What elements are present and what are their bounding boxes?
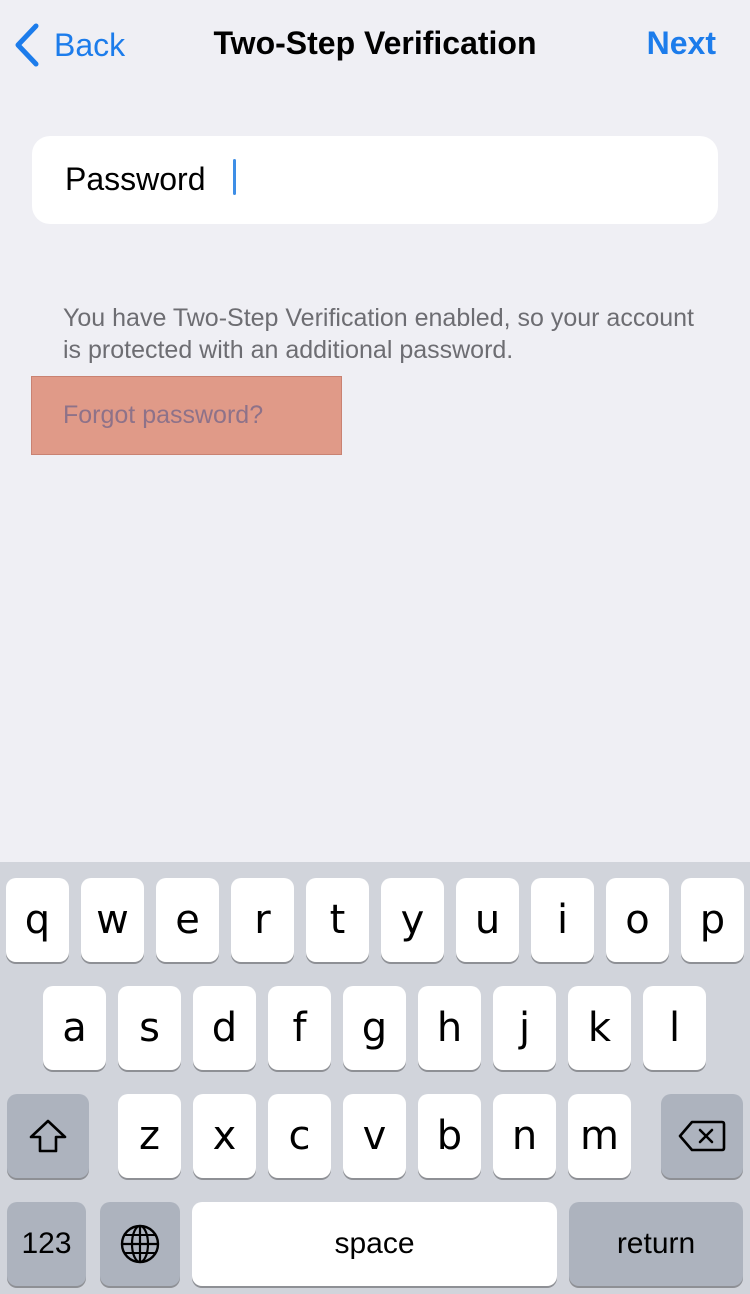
space-key[interactable]: space <box>192 1202 557 1286</box>
key-p[interactable]: p <box>681 878 744 962</box>
key-l[interactable]: l <box>643 986 706 1070</box>
password-input[interactable] <box>232 150 706 212</box>
backspace-icon <box>678 1120 726 1152</box>
key-c[interactable]: c <box>268 1094 331 1178</box>
next-button[interactable]: Next <box>647 25 716 62</box>
key-s[interactable]: s <box>118 986 181 1070</box>
info-text: You have Two-Step Verification enabled, … <box>63 304 694 364</box>
navigation-bar: Back Two-Step Verification Next <box>0 0 750 90</box>
globe-key[interactable] <box>100 1202 180 1286</box>
key-e[interactable]: e <box>156 878 219 962</box>
keyboard: q w e r t y u i o p a s d f g h j k l z … <box>0 862 750 1294</box>
key-f[interactable]: f <box>268 986 331 1070</box>
key-o[interactable]: o <box>606 878 669 962</box>
key-n[interactable]: n <box>493 1094 556 1178</box>
key-i[interactable]: i <box>531 878 594 962</box>
key-b[interactable]: b <box>418 1094 481 1178</box>
forgot-password-link[interactable]: Forgot password? <box>31 376 342 455</box>
password-field-container: Password <box>32 136 718 224</box>
key-w[interactable]: w <box>81 878 144 962</box>
return-key[interactable]: return <box>569 1202 743 1286</box>
key-z[interactable]: z <box>118 1094 181 1178</box>
password-label: Password <box>65 161 206 197</box>
key-u[interactable]: u <box>456 878 519 962</box>
key-j[interactable]: j <box>493 986 556 1070</box>
shift-key[interactable] <box>7 1094 89 1178</box>
key-k[interactable]: k <box>568 986 631 1070</box>
key-g[interactable]: g <box>343 986 406 1070</box>
key-x[interactable]: x <box>193 1094 256 1178</box>
key-t[interactable]: t <box>306 878 369 962</box>
key-d[interactable]: d <box>193 986 256 1070</box>
shift-arrow-icon <box>29 1119 67 1153</box>
key-h[interactable]: h <box>418 986 481 1070</box>
text-caret <box>233 159 236 195</box>
key-a[interactable]: a <box>43 986 106 1070</box>
globe-icon <box>120 1224 160 1264</box>
key-m[interactable]: m <box>568 1094 631 1178</box>
key-q[interactable]: q <box>6 878 69 962</box>
forgot-password-label: Forgot password? <box>63 401 264 429</box>
page-title: Two-Step Verification <box>213 25 537 61</box>
key-v[interactable]: v <box>343 1094 406 1178</box>
delete-key[interactable] <box>661 1094 743 1178</box>
numbers-key[interactable]: 123 <box>7 1202 86 1286</box>
key-r[interactable]: r <box>231 878 294 962</box>
key-y[interactable]: y <box>381 878 444 962</box>
